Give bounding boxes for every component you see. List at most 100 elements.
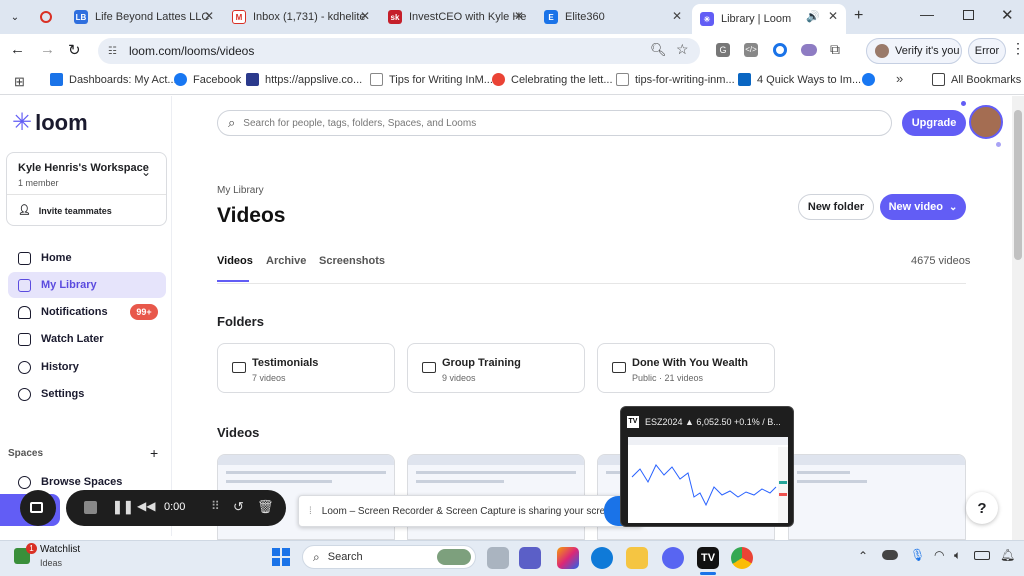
site-info-icon[interactable]: ☷ <box>108 46 117 57</box>
speaker-icon[interactable]: 🔊 <box>806 10 820 23</box>
minimize-icon[interactable]: — <box>920 6 934 22</box>
stop-icon[interactable] <box>84 501 97 514</box>
close-icon[interactable]: ✕ <box>204 9 214 23</box>
video-thumbnail[interactable] <box>788 454 966 540</box>
reload-icon[interactable]: ↻ <box>68 41 81 59</box>
extensions-puzzle-icon[interactable]: ⧉ <box>830 41 840 58</box>
file-explorer-icon[interactable] <box>626 547 648 569</box>
code-extension-icon[interactable]: </> <box>744 43 758 57</box>
tradingview-taskbar-icon[interactable]: TV <box>697 547 719 569</box>
tab-investceo[interactable]: sk InvestCEO with Kyle He ✕ <box>380 4 532 30</box>
bookmark-label: tips-for-writing-inm... <box>635 73 735 86</box>
loom-logo[interactable]: ✳ loom <box>12 110 88 136</box>
tab-elite360[interactable]: E Elite360 ✕ <box>536 4 690 30</box>
drag-handle-icon[interactable]: ⠿ <box>211 499 220 513</box>
drag-handle-icon[interactable]: ⁞ <box>309 506 312 517</box>
user-avatar[interactable] <box>969 105 1003 139</box>
record-tab-icon[interactable] <box>40 11 52 23</box>
add-space-icon[interactable]: + <box>150 445 158 461</box>
upgrade-button[interactable]: Upgrade <box>902 110 966 136</box>
tradingview-preview[interactable]: TV ESZ2024 ▲ 6,052.50 +0.1% / B... <box>620 406 794 527</box>
task-view-icon[interactable] <box>487 547 509 569</box>
sidebar-item-watch-later[interactable]: Watch Later <box>8 326 166 352</box>
chevron-right-icon[interactable]: » <box>896 71 903 86</box>
notification-bell-icon[interactable]: 🔔︎ <box>1000 548 1015 562</box>
facebook-icon[interactable] <box>862 73 875 86</box>
decor-dot <box>961 101 966 106</box>
sidebar-item-my-library[interactable]: My Library <box>8 272 166 298</box>
tab-loom-library[interactable]: ✳ Library | Loom 🔊 ✕ <box>692 4 846 34</box>
new-tab-icon[interactable]: + <box>854 7 863 25</box>
address-bar[interactable]: ☷ loom.com/looms/videos 🔍︎ ☆ <box>98 38 700 64</box>
sidebar-item-notifications[interactable]: Notifications 99+ <box>8 299 166 325</box>
verify-button[interactable]: Verify it's you <box>866 38 962 64</box>
grammarly-extension-icon[interactable]: G <box>716 43 730 57</box>
bookmark-tips-writing[interactable]: Tips for Writing InM... <box>370 73 493 86</box>
extension-circle-icon[interactable] <box>773 43 787 57</box>
wifi-icon[interactable]: ◠ <box>934 548 944 562</box>
chevron-down-icon[interactable]: ⌄ <box>141 165 151 179</box>
search-input[interactable]: ⌕ Search for people, tags, folders, Spac… <box>217 110 892 136</box>
bookmark-celebrating[interactable]: Celebrating the lett... <box>492 73 613 86</box>
trash-icon[interactable]: 🗑︎ <box>257 499 274 515</box>
tradingview-icon: TV <box>627 416 639 428</box>
restart-icon[interactable]: ↺ <box>233 499 244 515</box>
window-close-icon[interactable]: ✕ <box>1001 6 1014 24</box>
bookmark-tips-for-writing[interactable]: tips-for-writing-inm... <box>616 73 735 86</box>
copilot-icon[interactable] <box>557 547 579 569</box>
new-video-button[interactable]: New video ⌄ <box>880 194 966 220</box>
folder-card[interactable]: Group Training 9 videos <box>407 343 585 393</box>
tab-videos[interactable]: Videos <box>217 255 253 267</box>
bookmark-quick-ways[interactable]: 4 Quick Ways to Im... <box>738 73 861 86</box>
watchlist-label[interactable]: Watchlist <box>40 544 80 555</box>
close-icon[interactable]: ✕ <box>514 9 524 23</box>
edge-icon[interactable] <box>591 547 613 569</box>
tab-screenshots[interactable]: Screenshots <box>319 255 385 267</box>
volume-icon[interactable]: 🔈︎ <box>954 548 961 563</box>
folder-card[interactable]: Done With You Wealth Public · 21 videos <box>597 343 775 393</box>
pause-icon[interactable]: ❚❚ <box>112 499 134 515</box>
discord-icon[interactable] <box>662 547 684 569</box>
zoom-icon[interactable]: 🔍︎ <box>650 42 667 58</box>
breadcrumb[interactable]: My Library <box>217 185 264 196</box>
apps-grid-icon[interactable]: ⊞ <box>14 74 25 90</box>
rewind-icon[interactable]: ◀◀ <box>137 499 155 513</box>
all-bookmarks[interactable]: All Bookmarks <box>932 73 1021 86</box>
sidebar-item-settings[interactable]: Settings <box>8 381 166 407</box>
tab-search-icon[interactable]: ⌄ <box>6 9 24 25</box>
forward-icon[interactable]: → <box>40 41 55 58</box>
menu-kebab-icon[interactable]: ⋮ <box>1011 40 1024 57</box>
workspace-name[interactable]: Kyle Henris's Workspace <box>18 162 149 174</box>
sidebar-item-home[interactable]: Home <box>8 245 166 271</box>
new-folder-button[interactable]: New folder <box>798 194 874 220</box>
camera-button[interactable] <box>20 490 56 526</box>
tab-archive[interactable]: Archive <box>266 255 306 267</box>
bookmark-appslive[interactable]: https://appslive.co... <box>246 73 362 86</box>
help-button[interactable]: ? <box>966 492 998 524</box>
bookmark-facebook[interactable]: Facebook <box>174 73 241 86</box>
bookmark-dashboards[interactable]: Dashboards: My Act... <box>50 73 177 86</box>
microphone-icon[interactable]: 🎙︎ <box>910 548 925 562</box>
close-icon[interactable]: ✕ <box>672 9 682 23</box>
windows-start-icon[interactable] <box>272 548 290 566</box>
onedrive-cloud-icon[interactable] <box>882 550 898 560</box>
error-button[interactable]: Error <box>968 38 1006 64</box>
folder-name: Testimonials <box>252 357 319 369</box>
tab-inbox[interactable]: M Inbox (1,731) - kdhelite ✕ <box>224 4 378 30</box>
teams-icon[interactable] <box>519 547 541 569</box>
battery-icon[interactable] <box>974 551 990 560</box>
scrollbar-thumb[interactable] <box>1014 110 1022 260</box>
taskbar-search[interactable]: ⌕ Search <box>302 545 476 569</box>
folder-card[interactable]: Testimonials 7 videos <box>217 343 395 393</box>
close-icon[interactable]: ✕ <box>828 9 838 23</box>
close-icon[interactable]: ✕ <box>360 9 370 23</box>
sidebar-item-history[interactable]: History <box>8 354 166 380</box>
invite-teammates-button[interactable]: 👤︎ Invite teammates <box>18 205 112 216</box>
bookmark-star-icon[interactable]: ☆ <box>676 41 689 58</box>
chrome-icon[interactable] <box>731 547 753 569</box>
chevron-up-icon[interactable]: ⌃ <box>858 549 868 563</box>
tab-life-beyond-lattes[interactable]: LB Life Beyond Lattes LLC ✕ <box>66 4 222 30</box>
back-icon[interactable]: ← <box>10 41 25 58</box>
maximize-icon[interactable] <box>963 10 974 20</box>
extension-cloud-icon[interactable] <box>801 44 817 56</box>
